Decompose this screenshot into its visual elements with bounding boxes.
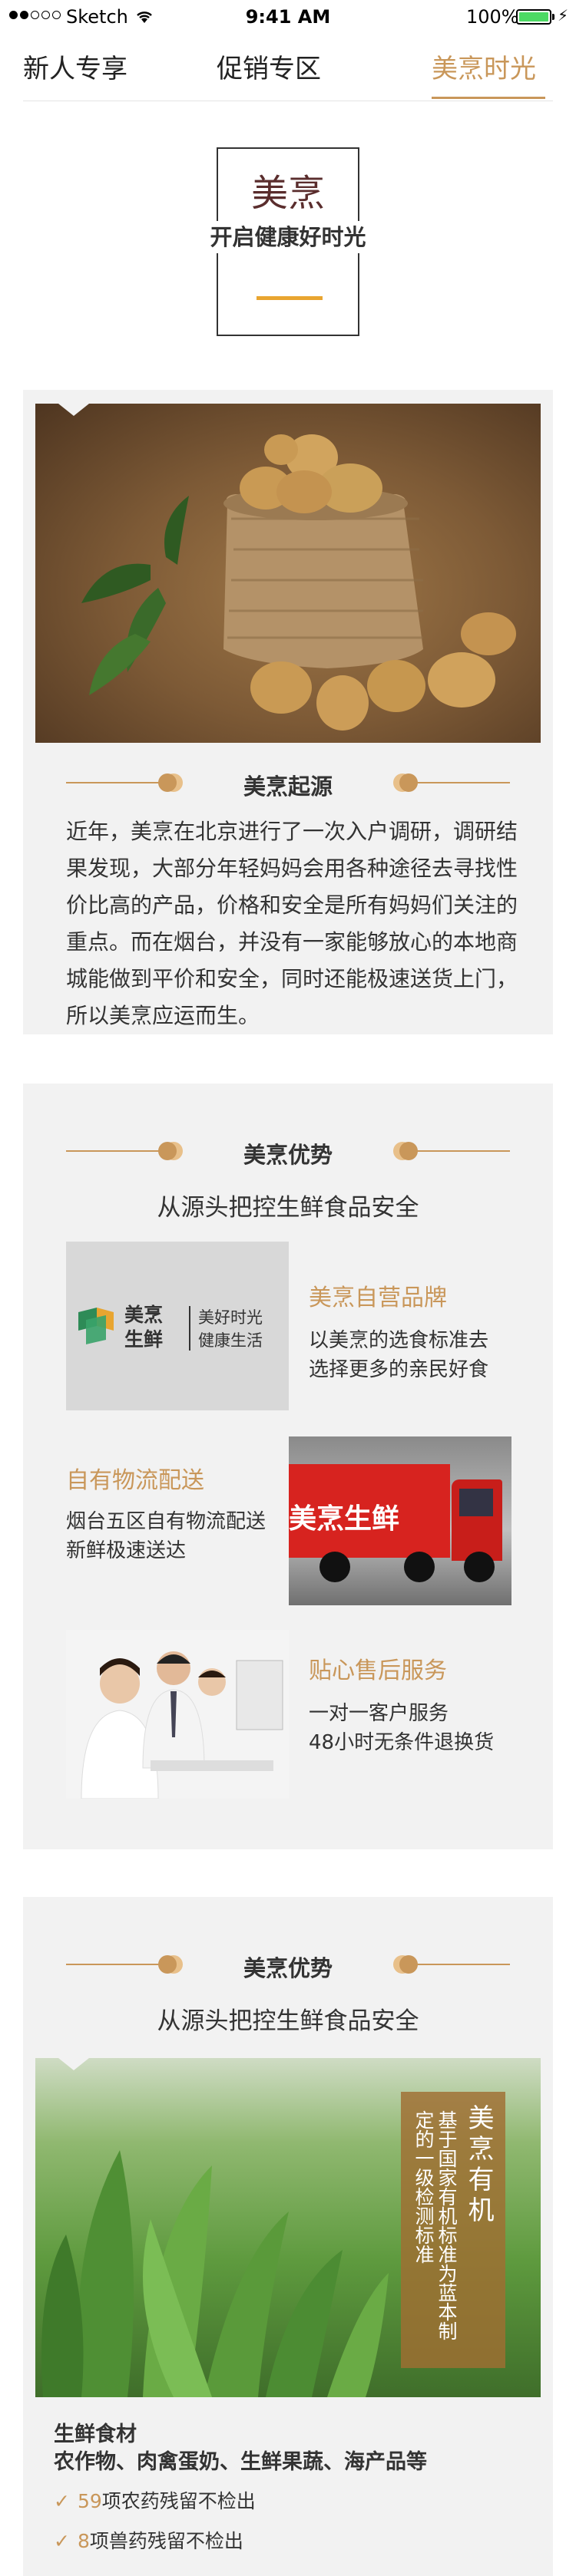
check-item: ✓ 59项农药残留不检出 <box>54 2490 256 2512</box>
food-categories: 农作物、肉禽蛋奶、生鲜果蔬、海产品等 <box>54 2450 427 2474</box>
feature-title-service: 贴心售后服务 <box>309 1657 447 1684</box>
advantage-subtitle: 从源头把控生鲜食品安全 <box>157 1194 419 1222</box>
brand-card-image: 美烹 生鲜 美好时光 健康生活 <box>66 1242 289 1410</box>
feature-desc: 48小时无条件退换货 <box>309 1731 495 1754</box>
organic-desc: 基于国家有机标准为蓝本制定的一级检测标准 <box>412 2110 458 2340</box>
active-tab-indicator <box>432 97 545 99</box>
tab-promotion[interactable]: 促销专区 <box>217 48 321 85</box>
hero-subtitle: 开启健康好时光 <box>201 221 375 253</box>
origin-section: 美烹起源 近年，美烹在北京进行了一次入户调研，调研结果发现，大部分年轻妈妈会用各… <box>23 390 553 1034</box>
advantage-heading: 美烹优势 <box>23 1136 553 1168</box>
feature-desc: 以美烹的选食标准去 <box>309 1329 489 1352</box>
origin-title: 美烹起源 <box>243 773 333 800</box>
feature-title-logistics: 自有物流配送 <box>66 1467 204 1494</box>
brand-name-top: 美烹 <box>124 1304 164 1326</box>
charging-icon: ⚡ <box>558 6 569 25</box>
advantage-title: 美烹优势 <box>243 1142 333 1168</box>
top-tabs: 新人专享 促销专区 美烹时光 <box>0 31 576 101</box>
tab-meipeng-time[interactable]: 美烹时光 <box>432 48 536 85</box>
advantage-title-2: 美烹优势 <box>243 1955 333 1981</box>
potato-photo <box>35 404 541 743</box>
food-title: 生鲜食材 <box>54 2423 137 2446</box>
organic-title: 美烹有机 <box>463 2104 494 2227</box>
check-icon: ✓ <box>54 2490 70 2512</box>
organic-section: 美烹优势 从源头把控生鲜食品安全 美烹有机 基于国家有机标准为蓝本制定的一级检测… <box>23 1897 553 2576</box>
advantage-section: 美烹优势 从源头把控生鲜食品安全 美烹 生鲜 美好时光 健康生活 美烹自营品牌 … <box>23 1084 553 1849</box>
tab-new-user[interactable]: 新人专享 <box>23 48 127 85</box>
advantage-heading-2: 美烹优势 <box>23 1949 553 1981</box>
feature-title-brand: 美烹自营品牌 <box>309 1285 447 1311</box>
brand-slogan-bottom: 健康生活 <box>198 1331 263 1350</box>
feature-desc: 烟台五区自有物流配送 <box>66 1510 266 1533</box>
origin-text: 近年，美烹在北京进行了一次入户调研，调研结果发现，大部分年轻妈妈会用各种途径去寻… <box>66 819 518 1028</box>
check-icon: ✓ <box>54 2530 70 2552</box>
feature-desc: 新鲜极速送达 <box>66 1539 187 1562</box>
battery-percent: 100% <box>466 6 519 28</box>
brand-logo-icon <box>75 1304 117 1346</box>
check-item: ✓ 8项兽药残留不检出 <box>54 2530 243 2552</box>
organic-badge: 美烹有机 基于国家有机标准为蓝本制定的一级检测标准 <box>401 2092 505 2368</box>
greens-photo: 美烹有机 基于国家有机标准为蓝本制定的一级检测标准 <box>35 2058 541 2397</box>
status-bar: Sketch 9:41 AM 100% ⚡ <box>0 0 576 31</box>
origin-heading: 美烹起源 <box>23 767 553 800</box>
truck-image: 美烹生鲜 <box>289 1436 511 1605</box>
feature-desc: 一对一客户服务 <box>309 1702 449 1725</box>
customer-service-image <box>66 1630 289 1799</box>
truck-label: 美烹生鲜 <box>289 1503 400 1535</box>
feature-desc: 选择更多的亲民好食 <box>309 1358 489 1381</box>
brand-slogan-top: 美好时光 <box>198 1308 263 1327</box>
battery-icon <box>516 9 551 25</box>
hero-brand: 美烹 <box>250 172 325 215</box>
hero-divider <box>257 296 323 300</box>
brand-name-bottom: 生鲜 <box>124 1328 164 1351</box>
advantage-subtitle-2: 从源头把控生鲜食品安全 <box>157 2007 419 2035</box>
